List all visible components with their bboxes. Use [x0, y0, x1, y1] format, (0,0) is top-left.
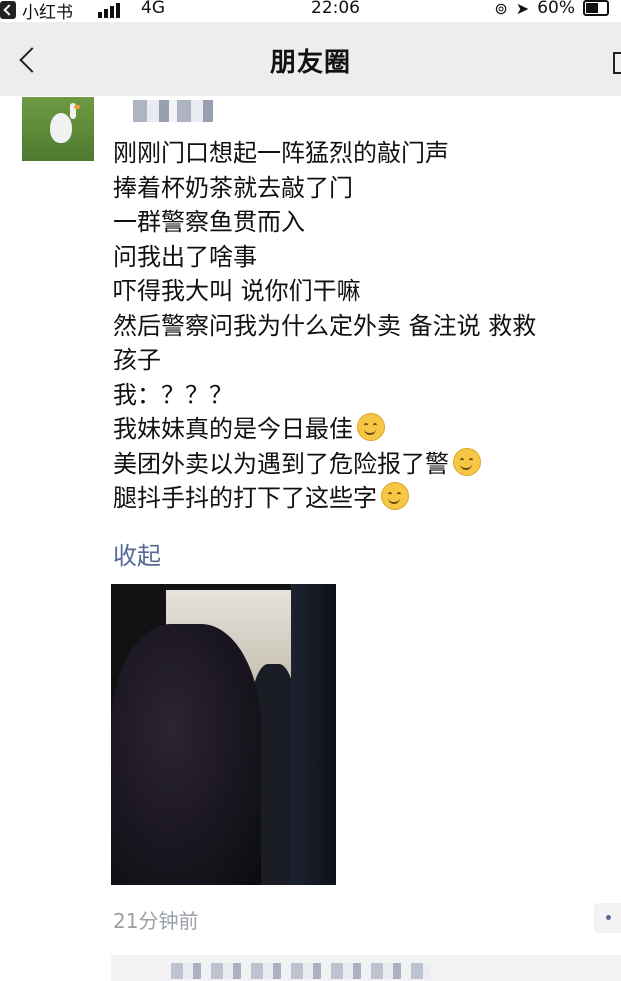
status-app-name[interactable]: 小红书: [22, 0, 73, 23]
network-type: 4G: [141, 0, 165, 18]
comments-area: [111, 955, 621, 981]
post-line: 然后警察问我为什么定外卖 备注说 救救: [113, 311, 537, 340]
post-line-with-emoji: 我妹妹真的是今日最佳: [113, 412, 536, 447]
photo-foreground-figure: [111, 624, 261, 885]
back-to-app-icon[interactable]: [0, 1, 16, 19]
avatar[interactable]: [22, 97, 94, 161]
nickname-blurred[interactable]: [133, 100, 213, 122]
post-line: 孩子: [113, 346, 161, 374]
post-line-with-emoji: 美团外卖以为遇到了危险报了警: [113, 447, 536, 482]
status-time: 22:06: [311, 0, 360, 18]
camera-icon[interactable]: [613, 52, 621, 74]
smile-emoji-icon: [357, 413, 385, 441]
post-line: 捧着杯奶茶就去敲了门: [113, 173, 353, 202]
goose-image: [50, 113, 72, 143]
photo-wall: [291, 584, 336, 885]
post-line: 我妹妹真的是今日最佳: [113, 415, 353, 443]
smile-emoji-icon: [381, 482, 409, 510]
page-title: 朋友圈: [269, 48, 351, 78]
status-bar: 小红书 4G 22:06 ⊚ ➤ 60%: [0, 0, 621, 23]
more-actions-button[interactable]: [594, 903, 621, 933]
post-line: 腿抖手抖的打下了这些字: [113, 484, 377, 512]
post-line: 美团外卖以为遇到了危险报了警: [113, 449, 449, 478]
nav-bar: 朋友圈: [0, 22, 621, 96]
post-line: 问我出了啥事: [113, 242, 257, 271]
battery-icon: [583, 0, 609, 16]
goose-beak: [74, 105, 80, 109]
post-line: 一群警察鱼贯而入: [113, 208, 305, 236]
post-line: 吓得我大叫 说你们干嘛: [113, 277, 361, 305]
post-line: 刚刚门口想起一阵猛烈的敲门声: [113, 139, 449, 167]
post-timestamp: 21分钟前: [113, 909, 199, 933]
signal-icon: [98, 2, 124, 18]
battery-percent: 60%: [537, 0, 575, 18]
post-line: 我：？？？: [113, 380, 233, 409]
post-text: 刚刚门口想起一阵猛烈的敲门声 捧着杯奶茶就去敲了门 一群警察鱼贯而入 问我出了啥…: [113, 136, 536, 516]
comments-blurred: [171, 963, 431, 979]
smile-emoji-icon: [453, 447, 481, 476]
post-line-with-emoji: 腿抖手抖的打下了这些字: [113, 481, 536, 516]
post-photo[interactable]: [111, 584, 336, 885]
collapse-link[interactable]: 收起: [113, 536, 161, 571]
lock-rotation-icon: ⊚: [494, 0, 508, 18]
location-icon: ➤: [515, 0, 530, 18]
